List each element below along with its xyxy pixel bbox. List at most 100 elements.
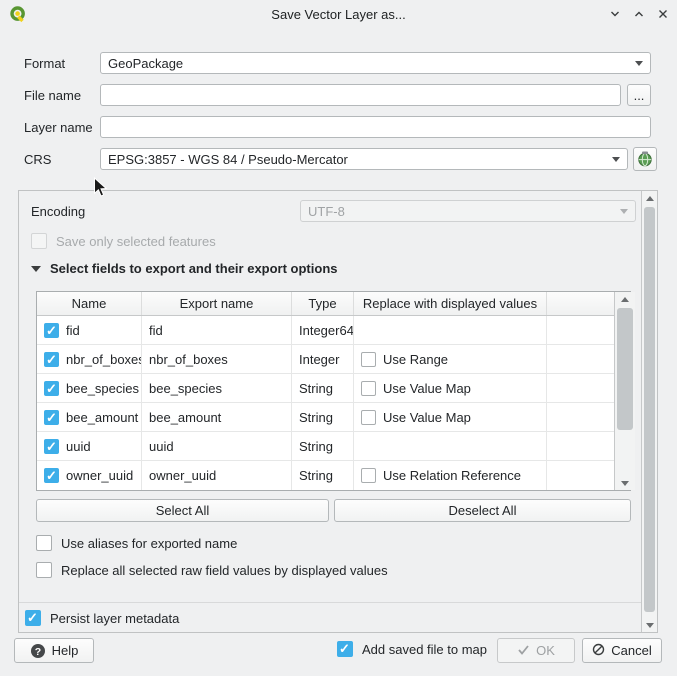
file-name-label: File name xyxy=(24,84,81,106)
table-vertical-scrollbar[interactable] xyxy=(614,292,635,490)
type-cell: Integer xyxy=(292,345,354,373)
help-button[interactable]: ? Help xyxy=(14,638,94,663)
field-name: fid xyxy=(66,323,80,338)
type-cell: String xyxy=(292,374,354,402)
replace-cell: Use Value Map xyxy=(354,403,547,431)
checkbox-box[interactable] xyxy=(36,562,52,578)
browse-button-label: ... xyxy=(634,88,645,103)
checkbox-box[interactable] xyxy=(25,610,41,626)
crs-globe-icon xyxy=(637,151,653,167)
scroll-down-icon[interactable] xyxy=(615,476,635,490)
use-aliases-label: Use aliases for exported name xyxy=(61,536,237,551)
save-only-selected-checkbox: Save only selected features xyxy=(31,233,216,249)
replace-cell: Use Range xyxy=(354,345,547,373)
crs-label: CRS xyxy=(24,148,51,170)
replace-option-label: Use Range xyxy=(383,352,448,367)
maximize-icon[interactable] xyxy=(633,8,645,20)
encoding-value: UTF-8 xyxy=(308,204,345,219)
col-header-replace: Replace with displayed values xyxy=(354,292,547,315)
crs-picker-button[interactable] xyxy=(633,147,657,171)
select-all-button[interactable]: Select All xyxy=(36,499,329,522)
scroll-up-icon[interactable] xyxy=(615,292,635,306)
use-relation-reference-checkbox[interactable] xyxy=(361,468,376,483)
scrollbar-thumb[interactable] xyxy=(644,207,655,612)
field-checkbox[interactable] xyxy=(44,323,59,338)
dialog-vertical-scrollbar[interactable] xyxy=(641,191,657,632)
encoding-label: Encoding xyxy=(31,200,85,222)
field-checkbox[interactable] xyxy=(44,468,59,483)
export-name-cell[interactable]: bee_species xyxy=(142,374,292,402)
field-checkbox[interactable] xyxy=(44,381,59,396)
filler-cell xyxy=(547,461,614,490)
format-label: Format xyxy=(24,52,65,74)
use-aliases-checkbox[interactable]: Use aliases for exported name xyxy=(36,535,237,551)
save-only-selected-label: Save only selected features xyxy=(56,234,216,249)
field-checkbox[interactable] xyxy=(44,352,59,367)
use-value-map-checkbox[interactable] xyxy=(361,410,376,425)
replace-option-label: Use Relation Reference xyxy=(383,468,521,483)
add-saved-file-label: Add saved file to map xyxy=(362,642,487,657)
encoding-combobox: UTF-8 xyxy=(300,200,636,222)
file-name-input[interactable] xyxy=(100,84,621,106)
replace-cell xyxy=(354,316,547,344)
format-value: GeoPackage xyxy=(108,56,183,71)
cancel-button[interactable]: Cancel xyxy=(582,638,662,663)
close-icon[interactable] xyxy=(657,8,669,20)
layer-name-input[interactable] xyxy=(100,116,651,138)
scroll-down-icon[interactable] xyxy=(642,618,657,632)
persist-metadata-checkbox[interactable]: Persist layer metadata xyxy=(25,610,179,626)
checkbox-box[interactable] xyxy=(337,641,353,657)
fields-table: Name Export name Type Replace with displ… xyxy=(36,291,631,491)
export-name-cell[interactable]: bee_amount xyxy=(142,403,292,431)
replace-raw-values-label: Replace all selected raw field values by… xyxy=(61,563,388,578)
deselect-all-label: Deselect All xyxy=(449,503,517,518)
crs-combobox[interactable]: EPSG:3857 - WGS 84 / Pseudo-Mercator xyxy=(100,148,628,170)
replace-option-label: Use Value Map xyxy=(383,381,471,396)
qgis-logo-icon xyxy=(10,6,27,26)
field-name: bee_species xyxy=(66,381,139,396)
type-cell: String xyxy=(292,461,354,490)
window-title: Save Vector Layer as... xyxy=(0,7,677,22)
use-value-map-checkbox[interactable] xyxy=(361,381,376,396)
field-name: nbr_of_boxes xyxy=(66,352,142,367)
shade-icon[interactable] xyxy=(609,8,621,20)
divider xyxy=(19,602,642,603)
replace-raw-values-checkbox[interactable]: Replace all selected raw field values by… xyxy=(36,562,388,578)
table-row: bee_amount bee_amount String Use Value M… xyxy=(37,403,614,432)
replace-cell: Use Relation Reference xyxy=(354,461,547,490)
export-name-cell[interactable]: fid xyxy=(142,316,292,344)
crs-value: EPSG:3857 - WGS 84 / Pseudo-Mercator xyxy=(108,152,348,167)
svg-text:?: ? xyxy=(34,646,40,658)
scrollbar-thumb[interactable] xyxy=(617,308,633,430)
ok-check-icon xyxy=(517,643,530,659)
type-cell: String xyxy=(292,403,354,431)
table-row: owner_uuid owner_uuid String Use Relatio… xyxy=(37,461,614,490)
table-row: uuid uuid String xyxy=(37,432,614,461)
export-name-cell[interactable]: nbr_of_boxes xyxy=(142,345,292,373)
table-row: bee_species bee_species String Use Value… xyxy=(37,374,614,403)
field-checkbox[interactable] xyxy=(44,410,59,425)
replace-cell: Use Value Map xyxy=(354,374,547,402)
export-name-cell[interactable]: uuid xyxy=(142,432,292,460)
export-name-cell[interactable]: owner_uuid xyxy=(142,461,292,490)
checkbox-box[interactable] xyxy=(36,535,52,551)
layer-name-label: Layer name xyxy=(24,116,93,138)
browse-button[interactable]: ... xyxy=(627,84,651,106)
ok-button[interactable]: OK xyxy=(497,638,575,663)
field-checkbox[interactable] xyxy=(44,439,59,454)
collapse-triangle-icon xyxy=(31,266,41,272)
filler-cell xyxy=(547,403,614,431)
deselect-all-button[interactable]: Deselect All xyxy=(334,499,631,522)
add-saved-file-checkbox[interactable]: Add saved file to map xyxy=(337,641,487,657)
persist-metadata-label: Persist layer metadata xyxy=(50,611,179,626)
replace-cell xyxy=(354,432,547,460)
scroll-up-icon[interactable] xyxy=(642,191,657,205)
chevron-down-icon xyxy=(620,209,628,214)
select-all-label: Select All xyxy=(156,503,209,518)
type-cell: Integer64 xyxy=(292,316,354,344)
use-range-checkbox[interactable] xyxy=(361,352,376,367)
type-cell: String xyxy=(292,432,354,460)
format-combobox[interactable]: GeoPackage xyxy=(100,52,651,74)
fields-section-header[interactable]: Select fields to export and their export… xyxy=(31,261,338,276)
cancel-button-label: Cancel xyxy=(611,643,651,658)
